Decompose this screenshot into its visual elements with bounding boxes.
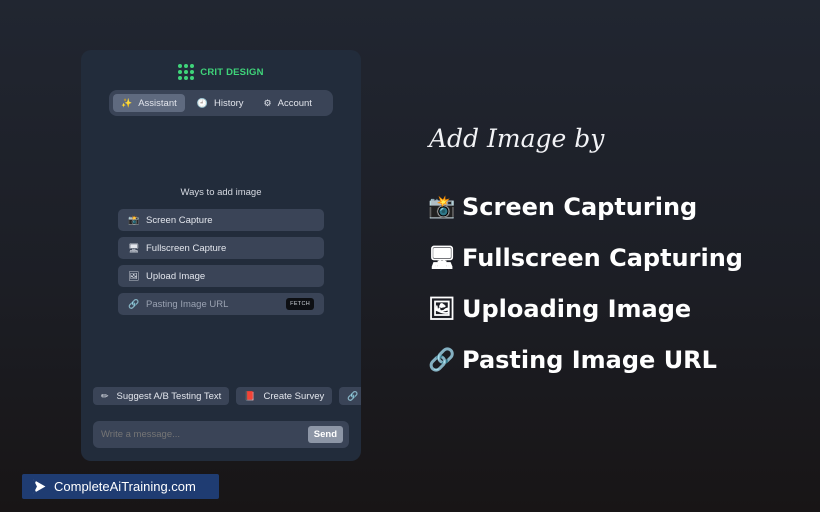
feature-label: Pasting Image URL (462, 346, 717, 374)
option-label: Fullscreen Capture (146, 242, 227, 254)
watermark-logo-icon (33, 479, 46, 494)
message-composer: Send (93, 421, 349, 448)
chip-label: Suggest A/B Testing Text (116, 390, 222, 402)
tab-label: Assistant (138, 97, 177, 109)
option-label: Upload Image (146, 270, 206, 282)
feature-uploading-image: 🖼 Uploading Image (428, 295, 691, 323)
send-button[interactable]: Send (307, 426, 343, 443)
assistant-panel: CRIT DESIGN ✨ Assistant 🕘 History ⚙ Acco… (81, 50, 361, 461)
chip-label: Create Survey (263, 390, 325, 402)
brand-name: CRIT DESIGN (200, 66, 264, 78)
tab-account[interactable]: ⚙ Account (256, 94, 320, 112)
tab-label: Account (277, 97, 312, 109)
option-label: Screen Capture (146, 214, 213, 226)
tab-assistant[interactable]: ✨ Assistant (113, 94, 185, 112)
camera-flash-icon: 📸 (428, 194, 456, 220)
promo-heading: Add Image by (429, 124, 605, 153)
watermark: CompleteAiTraining.com (22, 474, 219, 499)
watermark-text: CompleteAiTraining.com (54, 479, 196, 494)
desktop-computer-icon: 🖥 (128, 242, 140, 253)
suggestion-chip-create-survey[interactable]: 📕 Create Survey (236, 387, 333, 405)
ways-title: Ways to add image (180, 187, 262, 198)
clock-icon: 🕘 (196, 97, 208, 108)
link-icon: 🔗 (428, 347, 456, 373)
feature-label: Fullscreen Capturing (462, 244, 743, 272)
feature-label: Screen Capturing (462, 193, 698, 221)
tab-history[interactable]: 🕘 History (189, 94, 252, 112)
feature-fullscreen-capturing: 🖥 Fullscreen Capturing (428, 244, 743, 272)
gear-icon: ⚙ (263, 97, 272, 108)
pencil-icon: ✏ (101, 390, 109, 401)
tab-bar: ✨ Assistant 🕘 History ⚙ Account (109, 90, 333, 116)
fullscreen-capture-button[interactable]: 🖥 Fullscreen Capture (118, 237, 324, 259)
link-icon: 🔗 (128, 298, 140, 309)
framed-picture-icon: 🖼 (128, 270, 140, 281)
suggestion-chips: ✏ Suggest A/B Testing Text 📕 Create Surv… (93, 387, 361, 407)
sparkles-icon: ✨ (121, 97, 133, 108)
clipboard-icon: 📕 (244, 390, 256, 401)
feature-pasting-image-url: 🔗 Pasting Image URL (428, 346, 717, 374)
tab-label: History (213, 97, 244, 109)
image-url-field[interactable]: 🔗 Pasting Image URL FETCH (118, 293, 324, 315)
fetch-button[interactable]: FETCH (286, 298, 314, 310)
brand-logo-icon (178, 64, 195, 80)
brand-header: CRIT DESIGN (81, 64, 361, 80)
link-icon: 🔗 (347, 390, 359, 401)
message-input[interactable] (101, 429, 308, 440)
upload-image-button[interactable]: 🖼 Upload Image (118, 265, 324, 287)
suggestion-chip-ab-testing[interactable]: ✏ Suggest A/B Testing Text (93, 387, 230, 405)
camera-flash-icon: 📸 (128, 214, 140, 225)
suggestion-chip-more[interactable]: 🔗 (339, 387, 361, 405)
screen-capture-button[interactable]: 📸 Screen Capture (118, 209, 324, 231)
framed-picture-icon: 🖼 (428, 296, 456, 322)
image-url-input[interactable]: Pasting Image URL (146, 299, 228, 310)
desktop-computer-icon: 🖥 (428, 245, 456, 271)
feature-screen-capturing: 📸 Screen Capturing (428, 193, 697, 221)
feature-label: Uploading Image (462, 295, 692, 323)
